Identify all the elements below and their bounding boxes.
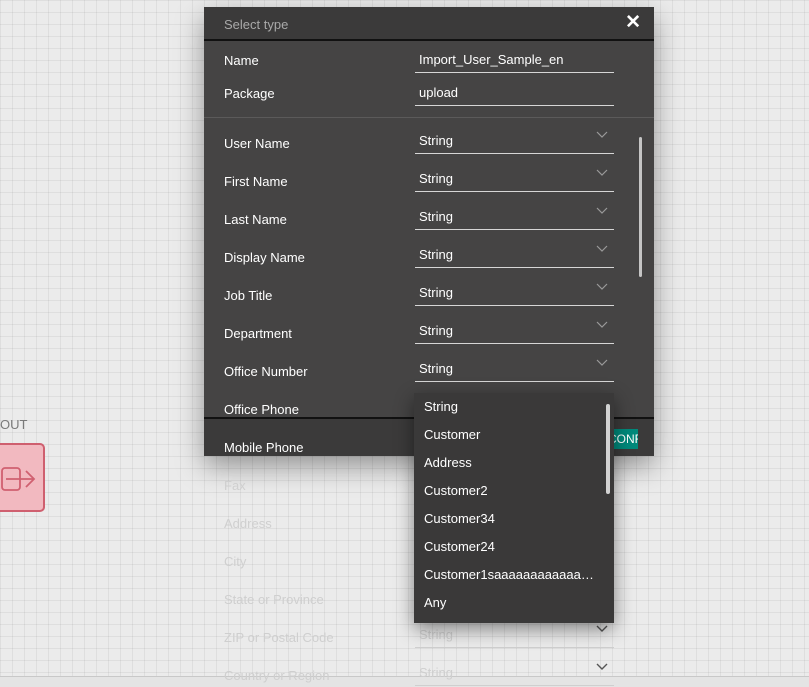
field-label: Address	[224, 516, 272, 531]
type-select-value: String	[419, 171, 453, 186]
dropdown-option[interactable]: Customer2	[414, 477, 614, 505]
logout-arrow-icon	[1, 467, 36, 491]
type-select-value: String	[419, 247, 453, 262]
field-label: Job Title	[224, 288, 273, 303]
dialog-header: Select type ✕	[204, 7, 654, 41]
chevron-down-icon	[596, 169, 608, 176]
package-input[interactable]: upload	[415, 80, 614, 106]
field-label: Last Name	[224, 212, 287, 227]
field-label: Office Number	[224, 364, 308, 379]
field-label: Office Phone	[224, 402, 299, 417]
out-node-label: OUT	[0, 417, 28, 432]
name-label: Name	[224, 53, 259, 68]
type-select[interactable]: String	[415, 128, 614, 154]
field-label: City	[224, 554, 247, 569]
chevron-down-icon	[596, 283, 608, 290]
package-input-value: upload	[419, 85, 459, 100]
chevron-down-icon	[596, 321, 608, 328]
field-label: Country or Region	[224, 668, 330, 683]
field-row-first-name: First Name String	[204, 156, 654, 194]
name-row: Name Import_User_Sample_en	[204, 47, 654, 77]
field-row-display-name: Display Name String	[204, 232, 654, 270]
field-label: First Name	[224, 174, 288, 189]
type-select[interactable]: String	[415, 204, 614, 230]
chevron-down-icon	[596, 131, 608, 138]
type-select[interactable]: String	[415, 356, 614, 382]
type-select-value: String	[419, 285, 453, 300]
chevron-down-icon	[596, 359, 608, 366]
type-select[interactable]: String	[415, 242, 614, 268]
dropdown-option[interactable]: String	[414, 393, 614, 421]
type-select-value: String	[419, 323, 453, 338]
type-select[interactable]: String	[415, 660, 614, 686]
package-label: Package	[224, 86, 275, 101]
type-select-value: String	[419, 133, 453, 148]
field-row-country: Country or Region String	[204, 663, 654, 687]
field-label: Display Name	[224, 250, 305, 265]
type-dropdown-menu: String Customer Address Customer2 Custom…	[414, 393, 614, 623]
field-label: Fax	[224, 478, 246, 493]
field-label: State or Province	[224, 592, 324, 607]
field-label: User Name	[224, 136, 290, 151]
field-label: Department	[224, 326, 292, 341]
chevron-down-icon	[596, 625, 608, 632]
out-node[interactable]	[0, 443, 45, 512]
dropdown-option[interactable]: Address	[414, 449, 614, 477]
field-row-last-name: Last Name String	[204, 194, 654, 232]
field-row-job-title: Job Title String	[204, 270, 654, 308]
dropdown-option[interactable]: Customer	[414, 421, 614, 449]
close-icon[interactable]: ✕	[625, 12, 641, 34]
field-row-department: Department String	[204, 308, 654, 346]
type-select[interactable]: String	[415, 318, 614, 344]
dropdown-option[interactable]: Customer34	[414, 505, 614, 533]
dropdown-option[interactable]: Customer1saaaaaaaaaaaaaaaaaaa	[414, 561, 614, 589]
type-select-value: String	[419, 665, 453, 680]
select-type-dialog: Select type ✕ Name Import_User_Sample_en…	[204, 7, 654, 456]
type-select-value: String	[419, 209, 453, 224]
chevron-down-icon	[596, 207, 608, 214]
dropdown-option[interactable]: Customer24	[414, 533, 614, 561]
name-input[interactable]: Import_User_Sample_en	[415, 47, 614, 73]
dropdown-option[interactable]: Any	[414, 589, 614, 617]
field-row-office-number: Office Number String	[204, 346, 654, 384]
chevron-down-icon	[596, 245, 608, 252]
dialog-scrollbar[interactable]	[639, 137, 642, 277]
type-select[interactable]: String	[415, 280, 614, 306]
package-row: Package upload	[204, 80, 654, 110]
dialog-title: Select type	[224, 17, 289, 32]
field-label: Mobile Phone	[224, 440, 304, 455]
field-row-user-name: User Name String	[204, 118, 654, 156]
type-select-value: String	[419, 361, 453, 376]
chevron-down-icon	[596, 663, 608, 670]
type-select[interactable]: String	[415, 166, 614, 192]
field-label: ZIP or Postal Code	[224, 630, 334, 645]
type-select-value: String	[419, 627, 453, 642]
type-select[interactable]: String	[415, 622, 614, 648]
field-type-list: User Name String First Name String Last …	[204, 118, 654, 418]
name-input-value: Import_User_Sample_en	[419, 52, 564, 67]
dropdown-scrollbar[interactable]	[606, 404, 610, 494]
